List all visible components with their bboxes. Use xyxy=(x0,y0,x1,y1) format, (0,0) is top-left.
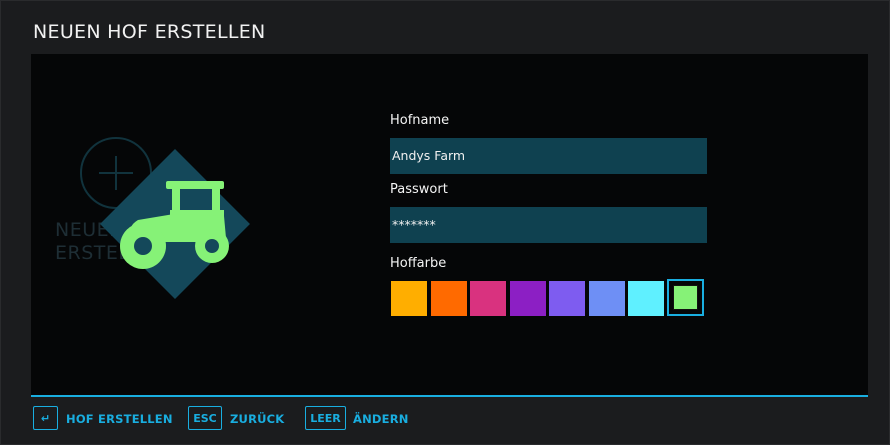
change-button[interactable]: ÄNDERN xyxy=(353,412,409,426)
color-swatch-0[interactable] xyxy=(391,281,427,316)
tractor-icon xyxy=(120,181,229,269)
color-swatch-3[interactable] xyxy=(509,281,546,316)
color-swatch-5[interactable] xyxy=(588,281,625,316)
password-label: Passwort xyxy=(390,182,448,197)
esc-key-icon[interactable]: ESC xyxy=(188,406,222,430)
color-swatch-selected-fill xyxy=(673,285,698,310)
space-key-icon[interactable]: LEER xyxy=(305,406,346,430)
enter-key-icon[interactable]: ↵ xyxy=(33,406,58,430)
create-farm-dialog: NEUEN HOF ERSTELLEN NEUEN ERSTELLEN Hofn… xyxy=(0,0,890,445)
farm-name-label: Hofname xyxy=(390,113,450,128)
color-swatch-selected[interactable] xyxy=(667,279,704,316)
color-swatch-2[interactable] xyxy=(470,281,506,316)
dialog-title: NEUEN HOF ERSTELLEN xyxy=(33,21,266,43)
create-farm-button[interactable]: HOF ERSTELLEN xyxy=(66,412,173,426)
color-swatch-6[interactable] xyxy=(628,281,664,316)
color-swatch-4[interactable] xyxy=(549,281,585,316)
footer-divider xyxy=(31,395,868,397)
password-input[interactable]: ******* xyxy=(390,207,707,243)
back-button[interactable]: ZURÜCK xyxy=(230,412,284,426)
farm-color-label: Hoffarbe xyxy=(390,256,447,271)
color-swatch-1[interactable] xyxy=(430,281,467,316)
farm-name-input[interactable]: Andys Farm xyxy=(390,138,707,174)
